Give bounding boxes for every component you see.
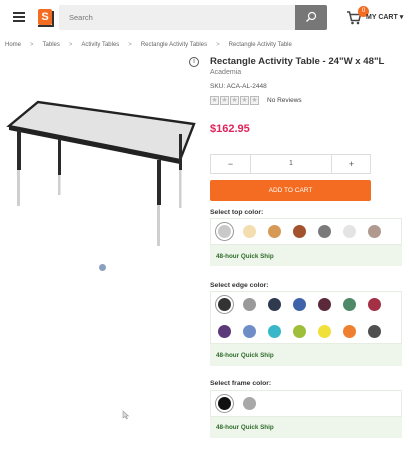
top-color-swatch-6[interactable] (343, 225, 356, 238)
frame-color-panel: 48-hour Quick Ship (210, 390, 402, 438)
quantity-stepper: − 1 + (210, 154, 371, 174)
breadcrumb-current: Rectangle Activity Table (228, 42, 292, 48)
edge-color-row2-swatch-2[interactable] (243, 325, 256, 338)
edge-color-row2-swatch-4[interactable] (293, 325, 306, 338)
edge-color-row2-swatch-1[interactable] (218, 325, 231, 338)
top-color-swatch-7[interactable] (368, 225, 381, 238)
breadcrumb: Home > Tables > Activity Tables > Rectangle Ac… (5, 42, 292, 48)
star-icon: ★ (240, 96, 249, 105)
edge-color-swatch-7[interactable] (368, 298, 381, 311)
star-icon: ★ (230, 96, 239, 105)
frame-color-swatch-1[interactable] (218, 397, 231, 410)
search-icon (306, 11, 317, 22)
breadcrumb-tables[interactable]: Tables (43, 42, 60, 48)
cart-button[interactable]: 0 MY CART ▾ (346, 6, 406, 26)
search-input[interactable] (59, 5, 295, 30)
increase-quantity-button[interactable]: + (331, 155, 371, 173)
edge-color-label: Select edge color: (210, 282, 269, 289)
search-bar (59, 5, 327, 30)
top-color-label: Select top color: (210, 209, 264, 216)
top-color-swatch-2[interactable] (243, 225, 256, 238)
top-color-panel: 48-hour Quick Ship (210, 218, 402, 266)
edge-color-row2-swatch-5[interactable] (318, 325, 331, 338)
frame-color-swatches (210, 390, 402, 417)
edge-color-swatch-2[interactable] (243, 298, 256, 311)
search-button[interactable] (295, 5, 327, 30)
star-icon: ★ (220, 96, 229, 105)
edge-color-row2-swatch-3[interactable] (268, 325, 281, 338)
frame-color-label: Select frame color: (210, 380, 272, 387)
product-price: $162.95 (210, 123, 250, 135)
edge-color-swatch-6[interactable] (343, 298, 356, 311)
menu-icon[interactable] (13, 12, 25, 22)
top-color-swatch-5[interactable] (318, 225, 331, 238)
edge-color-swatch-5[interactable] (318, 298, 331, 311)
product-sku: SKU: ACA-AL-2448 (210, 83, 267, 90)
mouse-cursor-icon (122, 410, 130, 420)
star-icon: ★ (250, 96, 259, 105)
top-color-swatch-3[interactable] (268, 225, 281, 238)
quick-ship-label: 48-hour Quick Ship (216, 253, 274, 260)
frame-color-swatch-2[interactable] (243, 397, 256, 410)
quick-ship-label: 48-hour Quick Ship (216, 352, 274, 359)
edge-color-row2-swatch-6[interactable] (343, 325, 356, 338)
quantity-value[interactable]: 1 (251, 155, 331, 173)
info-icon[interactable]: i (189, 57, 199, 67)
top-color-swatches (210, 218, 402, 245)
add-to-cart-button[interactable]: ADD TO CART (210, 180, 371, 201)
breadcrumb-rectangle-activity-tables[interactable]: Rectangle Activity Tables (141, 42, 207, 48)
header: S 0 MY CART ▾ (0, 0, 409, 34)
product-brand[interactable]: Academia (210, 69, 241, 76)
edge-color-row2-swatch-7[interactable] (368, 325, 381, 338)
breadcrumb-home[interactable]: Home (5, 42, 21, 48)
store-logo[interactable]: S (38, 9, 54, 27)
edge-color-swatch-4[interactable] (293, 298, 306, 311)
reviews-link[interactable]: No Reviews (267, 97, 302, 104)
top-color-swatch-1[interactable] (218, 225, 231, 238)
edge-color-swatches (210, 291, 402, 344)
breadcrumb-activity-tables[interactable]: Activity Tables (81, 42, 119, 48)
quick-ship-label: 48-hour Quick Ship (216, 424, 274, 431)
product-title: Rectangle Activity Table - 24"W x 48"L (210, 56, 385, 67)
product-image[interactable] (0, 56, 205, 276)
edge-color-panel: 48-hour Quick Ship (210, 291, 402, 366)
star-icon: ★ (210, 96, 219, 105)
top-color-swatch-4[interactable] (293, 225, 306, 238)
decrease-quantity-button[interactable]: − (211, 155, 251, 173)
rating-stars[interactable]: ★ ★ ★ ★ ★ (210, 96, 259, 105)
cart-label: MY CART ▾ (366, 14, 404, 21)
image-carousel-dot[interactable] (99, 264, 106, 271)
edge-color-swatch-1[interactable] (218, 298, 231, 311)
edge-color-swatch-3[interactable] (268, 298, 281, 311)
